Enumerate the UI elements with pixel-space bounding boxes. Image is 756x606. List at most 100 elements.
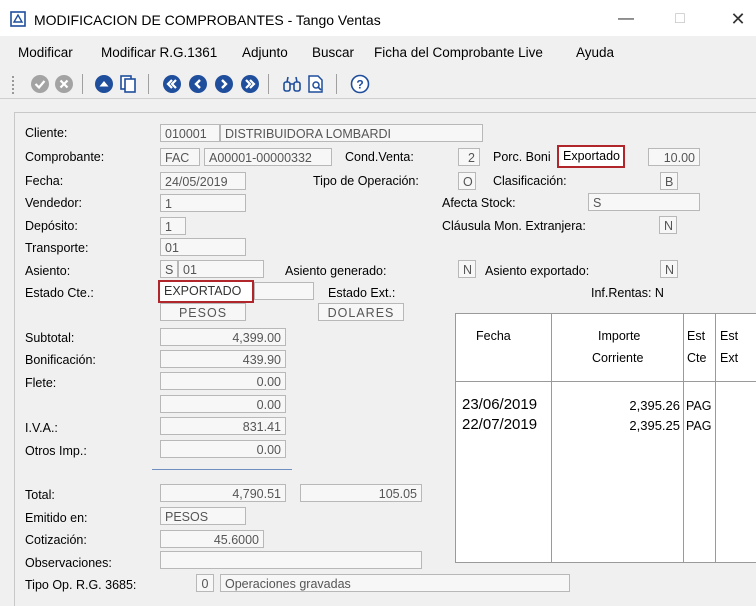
- estado-cte-field[interactable]: EXPORTADO: [158, 280, 254, 303]
- inf-rentas-label: Inf.Rentas: N: [591, 286, 664, 300]
- grid-row-2-est-cte[interactable]: PAG: [686, 419, 711, 433]
- grid-header-est-cte-2: Cte: [687, 351, 707, 365]
- grid-header-est-ext-2: Ext: [720, 351, 739, 365]
- tipo-operacion-label: Tipo de Operación:: [313, 174, 419, 188]
- asiento-flag-field[interactable]: S: [160, 260, 178, 278]
- grid-header-fecha: Fecha: [476, 329, 511, 343]
- fecha-field[interactable]: 24/05/2019: [160, 172, 246, 190]
- estado-cte-label: Estado Cte.:: [25, 286, 94, 300]
- menu-modificar[interactable]: Modificar: [18, 45, 73, 60]
- estado-cte-extra-field[interactable]: [254, 282, 314, 300]
- afecta-stock-field[interactable]: S: [588, 193, 700, 211]
- asiento-exportado-field[interactable]: N: [660, 260, 678, 278]
- grid-row-2-fecha[interactable]: 22/07/2019: [462, 416, 537, 433]
- minimize-button[interactable]: —: [611, 7, 641, 31]
- menu-adjunto[interactable]: Adjunto: [242, 45, 288, 60]
- observaciones-field[interactable]: [160, 551, 422, 569]
- otros-imp-field: 0.00: [160, 440, 286, 458]
- clasificacion-label: Clasificación:: [493, 174, 567, 188]
- vendedor-field[interactable]: 1: [160, 194, 246, 212]
- grid-row-1-importe[interactable]: 2,395.26: [551, 398, 680, 413]
- comprobante-numero-field[interactable]: A00001-00000332: [204, 148, 332, 166]
- total-field: 4,790.51: [160, 484, 286, 502]
- next-icon[interactable]: [214, 74, 234, 94]
- vendedor-label: Vendedor:: [25, 196, 82, 210]
- transporte-field[interactable]: 01: [160, 238, 246, 256]
- help-icon[interactable]: ?: [350, 74, 370, 94]
- copy-icon[interactable]: [118, 74, 138, 94]
- grid-header-corriente: Corriente: [592, 351, 644, 365]
- moneda-pesos-header: PESOS: [160, 303, 246, 321]
- moneda-dolares-header: DOLARES: [318, 303, 404, 321]
- porc-boni-field[interactable]: 10.00: [648, 148, 700, 166]
- asiento-exportado-label: Asiento exportado:: [485, 264, 590, 278]
- close-button[interactable]: ✕: [723, 7, 753, 31]
- last-icon[interactable]: [240, 74, 260, 94]
- iva-field: 831.41: [160, 417, 286, 435]
- clausula-label: Cláusula Mon. Extranjera:: [442, 219, 586, 233]
- asiento-label: Asiento:: [25, 264, 71, 278]
- deposito-field[interactable]: 1: [160, 217, 186, 235]
- toolbar-separator: [336, 74, 337, 94]
- otros-imp-label: Otros Imp.:: [25, 444, 87, 458]
- iva-label: I.V.A.:: [25, 421, 58, 435]
- tipo-op-code-field[interactable]: 0: [196, 574, 214, 592]
- grid-header-importe: Importe: [598, 329, 641, 343]
- flete-field[interactable]: 0.00: [160, 372, 286, 390]
- menu-modificar-rg1361[interactable]: Modificar R.G.1361: [101, 45, 217, 60]
- menu-bar: Modificar Modificar R.G.1361 Adjunto Bus…: [0, 40, 756, 64]
- total-label: Total:: [25, 488, 55, 502]
- clausula-field[interactable]: N: [659, 216, 677, 234]
- tipo-operacion-field[interactable]: O: [458, 172, 476, 190]
- comprobante-label: Comprobante:: [25, 150, 105, 164]
- toolbar-grip: [12, 76, 18, 94]
- bonificacion-field: 439.90: [160, 350, 286, 368]
- prev-icon[interactable]: [188, 74, 208, 94]
- grid-row-2-importe[interactable]: 2,395.25: [551, 418, 680, 433]
- toolbar-separator: [82, 74, 83, 94]
- asiento-field[interactable]: 01: [178, 260, 264, 278]
- cotizacion-field[interactable]: 45.6000: [160, 530, 264, 548]
- menu-buscar[interactable]: Buscar: [312, 45, 354, 60]
- up-icon[interactable]: [94, 74, 114, 94]
- grid-row-1-est-cte[interactable]: PAG: [686, 399, 711, 413]
- first-icon[interactable]: [162, 74, 182, 94]
- cancel-icon[interactable]: [54, 74, 74, 94]
- grid-col-fecha: [456, 314, 552, 562]
- toolbar: ?: [0, 70, 756, 99]
- document-search-icon[interactable]: [306, 74, 326, 94]
- porc-boni-label: Porc. Boni: [493, 150, 551, 164]
- total-usd-field: 105.05: [300, 484, 422, 502]
- deposito-label: Depósito:: [25, 219, 78, 233]
- maximize-button[interactable]: □: [665, 7, 695, 31]
- subtotal-label: Subtotal:: [25, 331, 75, 345]
- cliente-name-field[interactable]: DISTRIBUIDORA LOMBARDI: [220, 124, 483, 142]
- toolbar-separator: [148, 74, 149, 94]
- transporte-label: Transporte:: [25, 241, 89, 255]
- extra-amount-field: 0.00: [160, 395, 286, 413]
- estado-ext-label: Estado Ext.:: [328, 286, 396, 300]
- bonificacion-label: Bonificación:: [25, 353, 96, 367]
- clasificacion-field[interactable]: B: [660, 172, 678, 190]
- ok-icon[interactable]: [30, 74, 50, 94]
- cliente-code-field[interactable]: 010001: [160, 124, 220, 142]
- exportado-tag: Exportado: [557, 145, 625, 168]
- tipo-op-label: Tipo Op. R.G. 3685:: [25, 578, 137, 592]
- grid-header-est-cte-1: Est: [687, 329, 706, 343]
- cond-venta-label: Cond.Venta:: [345, 150, 414, 164]
- emitido-field[interactable]: PESOS: [160, 507, 246, 525]
- emitido-label: Emitido en:: [25, 511, 88, 525]
- title-bar: MODIFICACION DE COMPROBANTES - Tango Ven…: [0, 0, 756, 36]
- cliente-label: Cliente:: [25, 126, 68, 140]
- menu-ficha-comprobante-live[interactable]: Ficha del Comprobante Live: [374, 45, 543, 60]
- menu-ayuda[interactable]: Ayuda: [576, 45, 614, 60]
- cotizacion-label: Cotización:: [25, 533, 87, 547]
- binoculars-icon[interactable]: [282, 74, 302, 94]
- comprobante-tipo-field[interactable]: FAC: [160, 148, 200, 166]
- observaciones-label: Observaciones:: [25, 556, 112, 570]
- grid-row-1-fecha[interactable]: 23/06/2019: [462, 396, 537, 413]
- cuotas-grid: Fecha Importe Corriente Est Cte Est Ext …: [455, 313, 756, 563]
- asiento-generado-field[interactable]: N: [458, 260, 476, 278]
- cond-venta-field[interactable]: 2: [458, 148, 480, 166]
- window-title: MODIFICACION DE COMPROBANTES - Tango Ven…: [34, 12, 381, 28]
